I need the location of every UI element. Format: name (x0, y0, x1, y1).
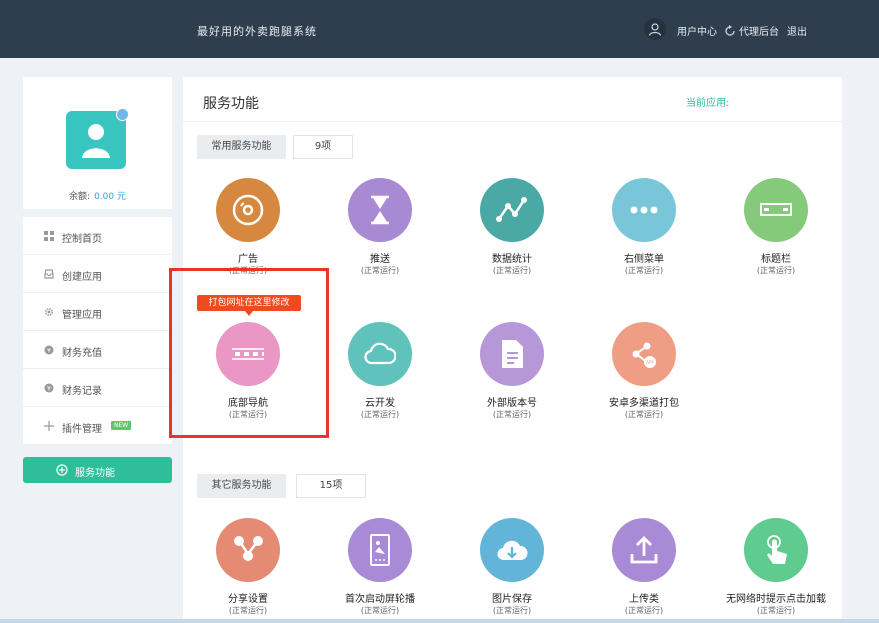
current-app-label: 当前应用: (686, 98, 730, 109)
section-count: 9项 (293, 135, 353, 159)
dots-icon (612, 178, 676, 242)
refresh-icon (724, 22, 736, 41)
new-badge: NEW (111, 421, 132, 430)
sidebar-menu: 控制首页 创建应用 管理应用 ¥ 财务充值 ¥ 财务记录 插件管理 NEW (23, 217, 172, 445)
share-icon (216, 518, 280, 582)
yen-icon: ¥ (44, 383, 54, 393)
tile-status: (正常运行) (756, 266, 796, 275)
cloud-download-icon (480, 518, 544, 582)
balance-value: 0.00 元 (94, 192, 126, 202)
inbox-icon (44, 269, 54, 279)
document-icon (480, 322, 544, 386)
tile-name: 首次启动屏轮播 (345, 594, 415, 605)
sidebar-item-recharge[interactable]: ¥ 财务充值 (23, 331, 172, 369)
section-count: 15项 (296, 474, 366, 498)
tile-name: 安卓多渠道打包 (609, 398, 679, 409)
svg-text:APP: APP (646, 360, 654, 365)
share-apk-icon: APP (612, 322, 676, 386)
tile-name: 外部版本号 (487, 398, 537, 409)
titlebar-icon (744, 178, 808, 242)
highlight-annotation-box (169, 268, 329, 438)
svg-text:¥: ¥ (47, 386, 51, 393)
sidebar-item-create-app[interactable]: 创建应用 (23, 255, 172, 293)
tooltip-hint: 打包网址在这里修改 (197, 295, 301, 316)
tile-status: (正常运行) (360, 266, 400, 275)
balance-label: 余额: (69, 192, 91, 202)
agent-backend-link[interactable]: 代理后台 (739, 23, 779, 38)
brand-title: 最好用的外卖跑腿系统 (197, 25, 317, 38)
sidebar-item-dashboard[interactable]: 控制首页 (23, 217, 172, 255)
tile-status: (正常运行) (624, 606, 664, 615)
tile-status: (正常运行) (492, 266, 532, 275)
tile-name: 广告 (238, 254, 258, 265)
avatar[interactable] (66, 111, 126, 169)
balance-display: 余额: 0.00 元 (23, 189, 172, 202)
section-tab[interactable]: 其它服务功能 (197, 474, 286, 498)
edit-avatar-icon[interactable] (116, 108, 129, 121)
top-navigation-bar: 最好用的外卖跑腿系统 用户中心 代理后台 退出 (0, 0, 879, 58)
cloud-icon (348, 322, 412, 386)
tile-name: 推送 (370, 254, 390, 265)
tile-name: 标题栏 (761, 254, 791, 265)
tile-name: 无网络时提示点击加载 (726, 594, 826, 605)
grid-icon (44, 231, 54, 241)
tap-icon (744, 518, 808, 582)
service-functions-button[interactable]: 服务功能 (23, 457, 172, 483)
section-tab[interactable]: 常用服务功能 (197, 135, 286, 159)
title-divider (183, 121, 842, 122)
tile-status: (正常运行) (228, 606, 268, 615)
tile-name: 分享设置 (228, 594, 268, 605)
page-title: 服务功能 (203, 96, 259, 112)
tile-status: (正常运行) (624, 410, 664, 419)
chart-line-icon (480, 178, 544, 242)
gear-icon (44, 307, 54, 317)
logout-link[interactable]: 退出 (787, 23, 807, 38)
tile-status: (正常运行) (492, 606, 532, 615)
bottom-strip (0, 619, 879, 623)
profile-card: 余额: 0.00 元 (23, 77, 172, 209)
user-center-link[interactable]: 用户中心 (677, 23, 717, 38)
tile-name: 数据统计 (492, 254, 532, 265)
sidebar-item-records[interactable]: ¥ 财务记录 (23, 369, 172, 407)
tile-name: 上传类 (629, 594, 659, 605)
upload-icon (612, 518, 676, 582)
user-avatar-icon[interactable] (644, 18, 666, 40)
tile-status: (正常运行) (624, 266, 664, 275)
sidebar-item-label: 创建应用 (62, 272, 102, 283)
tile-name: 云开发 (365, 398, 395, 409)
add-circle-icon (56, 464, 68, 476)
sidebar-item-plugins[interactable]: 插件管理 NEW (23, 407, 172, 445)
service-button-label: 服务功能 (75, 468, 115, 479)
sidebar-item-label: 控制首页 (62, 234, 102, 245)
tile-status: (正常运行) (756, 606, 796, 615)
disc-icon (216, 178, 280, 242)
sidebar-item-label: 财务充值 (62, 348, 102, 359)
hourglass-icon (348, 178, 412, 242)
coin-icon: ¥ (44, 345, 54, 355)
sidebar-item-label: 管理应用 (62, 310, 102, 321)
sidebar-item-manage-app[interactable]: 管理应用 (23, 293, 172, 331)
phone-image-icon (348, 518, 412, 582)
svg-text:¥: ¥ (47, 348, 51, 355)
sidebar-item-label: 插件管理 (62, 424, 102, 435)
tile-name: 右侧菜单 (624, 254, 664, 265)
tile-name: 图片保存 (492, 594, 532, 605)
tile-status: (正常运行) (360, 606, 400, 615)
tile-status: (正常运行) (360, 410, 400, 419)
plus-icon (44, 421, 54, 431)
tile-status: (正常运行) (492, 410, 532, 419)
sidebar-item-label: 财务记录 (62, 386, 102, 397)
